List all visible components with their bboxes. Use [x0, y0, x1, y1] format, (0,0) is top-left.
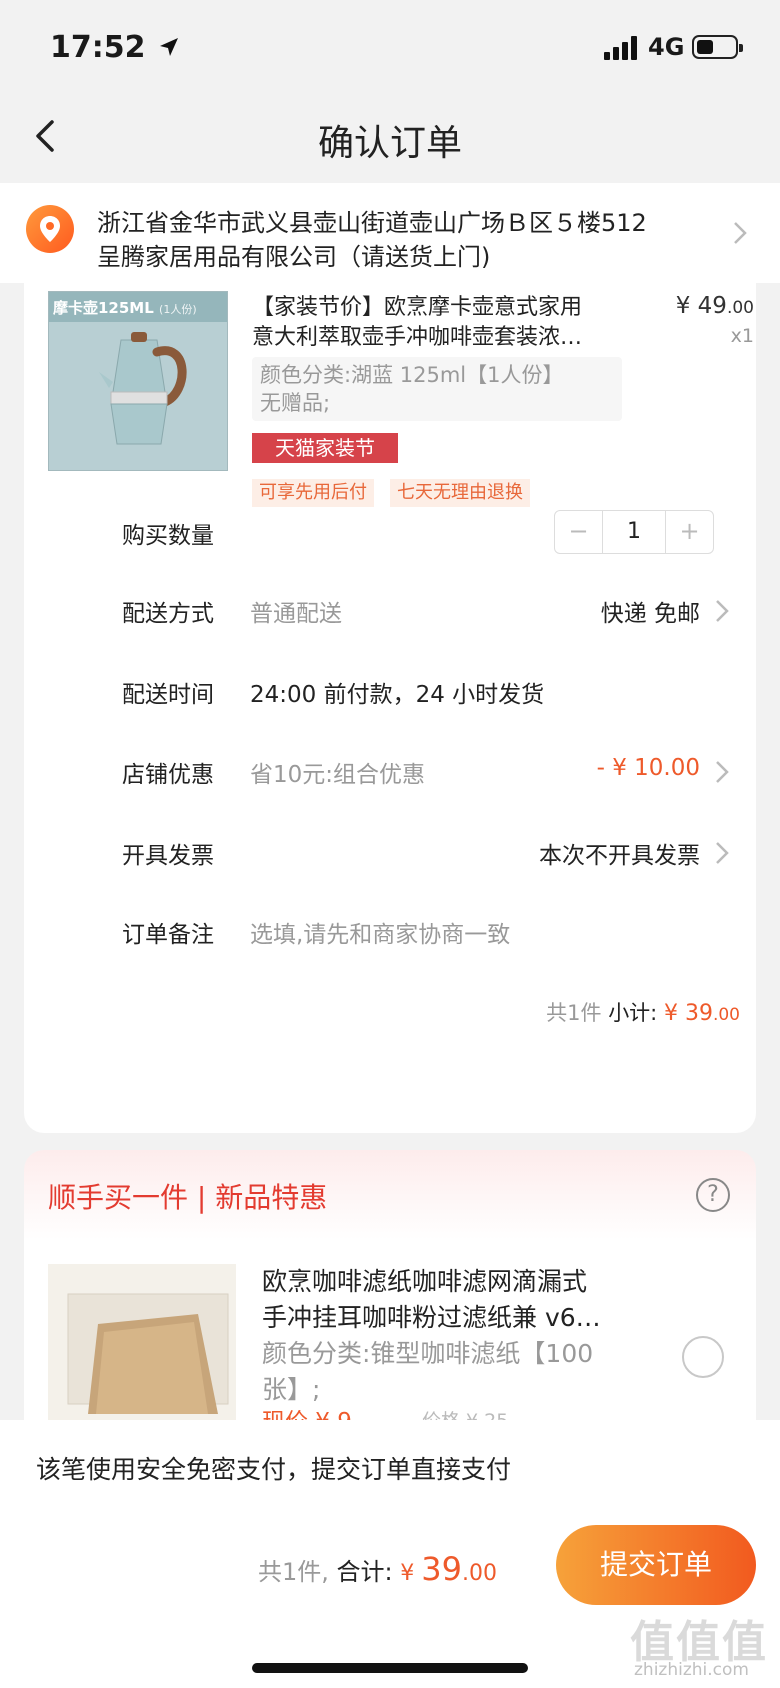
store-discount-value: 省10元:组合优惠: [250, 762, 426, 788]
tag-free-return: 七天无理由退换: [390, 479, 530, 507]
location-arrow-icon: [160, 38, 178, 56]
network-type: 4G: [648, 33, 685, 61]
delivery-time-label: 配送时间: [122, 682, 214, 708]
tag-pay-later: 可享先用后付: [252, 479, 374, 507]
secure-pay-note: 该笔使用安全免密支付，提交订单直接支付: [36, 1455, 512, 1484]
invoice-option[interactable]: 本次不开具发票: [539, 836, 700, 870]
product-title[interactable]: 【家装节价】欧烹摩卡壶意式家用 意大利萃取壶手冲咖啡壶套装浓…: [252, 293, 652, 353]
recommend-name[interactable]: 欧烹咖啡滤纸咖啡滤网滴漏式 手冲挂耳咖啡粉过滤纸兼 v6…: [262, 1264, 662, 1336]
delivery-time-value: 24:00 前付款，24 小时发货: [250, 682, 545, 708]
quantity-label: 购买数量: [122, 523, 214, 549]
product-sku: 颜色分类:湖蓝 125ml【1人份】 无赠品;: [252, 357, 622, 421]
chevron-right-icon: [734, 222, 747, 244]
product-quantity: x1: [730, 325, 754, 347]
store-discount-label: 店铺优惠: [122, 762, 214, 788]
invoice-label: 开具发票: [122, 843, 214, 869]
chevron-right-icon[interactable]: [714, 759, 730, 785]
recommend-select-radio[interactable]: [682, 1336, 724, 1378]
bottom-bar: 该笔使用安全免密支付，提交订单直接支付 共1件, 合计: ¥ 39.00 提交订…: [0, 1420, 780, 1688]
product-image[interactable]: 摩卡壶125ML (1人份): [48, 291, 228, 471]
coffee-filter-illustration: [67, 1293, 229, 1414]
recommend-price: 现价 ¥ 9: [262, 1402, 352, 1420]
address-line-2: 呈腾家居用品有限公司（请送货上门): [97, 243, 491, 271]
watermark-logo: 值值值 zhizhizhi.com: [630, 1617, 768, 1680]
address-line-1: 浙江省金华市武义县壶山街道壶山广场Ｂ区５楼512: [97, 209, 647, 237]
recommend-original-price: 价格 ¥ 25: [422, 1406, 508, 1420]
recommend-sku: 颜色分类:锥型咖啡滤纸【100张】;: [262, 1339, 594, 1404]
promo-badge: 天猫家装节: [252, 433, 398, 463]
product-image-label: 摩卡壶125ML (1人份): [49, 292, 227, 322]
address-bar[interactable]: 浙江省金华市武义县壶山街道壶山广场Ｂ区５楼512 呈腾家居用品有限公司（请送货上…: [0, 183, 780, 283]
shipping-value: 普通配送: [250, 601, 342, 627]
product-price: ¥ 49.00: [675, 293, 754, 319]
location-pin-icon: [26, 205, 74, 253]
help-icon[interactable]: ?: [696, 1178, 730, 1212]
order-card: 摩卡壶125ML (1人份) 【家装节价】欧烹摩卡壶意式家用 意大利萃取壶手冲咖…: [24, 283, 756, 1133]
quantity-stepper: − 1 +: [554, 510, 714, 554]
increase-button[interactable]: +: [665, 511, 713, 553]
order-total: 共1件, 合计: ¥ 39.00: [258, 1550, 497, 1588]
nav-bar: 确认订单: [0, 100, 780, 180]
order-note-label: 订单备注: [122, 922, 214, 948]
shipping-option[interactable]: 快递 免邮: [601, 594, 700, 628]
subtotal: 共1件 小计: ¥ 39.00: [546, 1001, 740, 1026]
battery-icon: [692, 35, 743, 59]
recommend-image[interactable]: [48, 1264, 236, 1420]
moka-pot-illustration: [99, 332, 187, 445]
recommend-title: 顺手买一件 | 新品特惠: [48, 1181, 328, 1214]
decrease-button[interactable]: −: [555, 511, 603, 553]
quantity-value[interactable]: 1: [603, 511, 665, 553]
status-bar: 17:52 4G: [0, 0, 780, 100]
submit-order-button[interactable]: 提交订单: [556, 1525, 756, 1605]
chevron-right-icon[interactable]: [714, 598, 730, 624]
shipping-label: 配送方式: [122, 601, 214, 627]
home-indicator[interactable]: [252, 1663, 528, 1673]
recommend-card: 顺手买一件 | 新品特惠 ? 欧烹咖啡滤纸咖啡滤网滴漏式 手冲挂耳咖啡粉过滤纸兼…: [24, 1150, 756, 1420]
signal-icon: [604, 36, 637, 60]
chevron-right-icon[interactable]: [714, 840, 730, 866]
page-title: 确认订单: [317, 123, 462, 164]
status-time: 17:52: [50, 30, 146, 65]
order-note-input[interactable]: 选填,请先和商家协商一致: [250, 915, 510, 949]
store-discount-amount[interactable]: - ¥ 10.00: [597, 755, 700, 781]
